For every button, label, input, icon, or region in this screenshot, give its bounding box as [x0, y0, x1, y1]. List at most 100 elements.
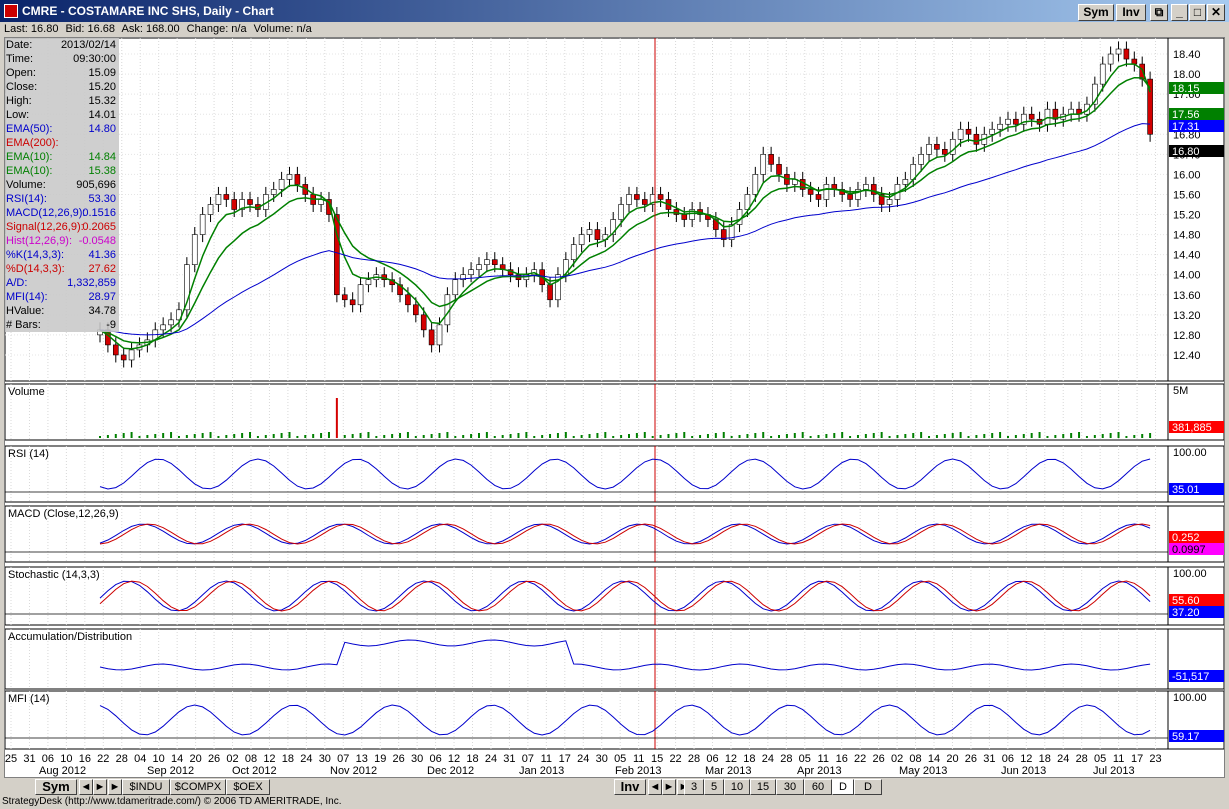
interval-tab-daily[interactable]: D — [832, 779, 854, 795]
x-month-label: Aug 2012 — [39, 765, 86, 777]
price-tag: 17.56 — [1172, 109, 1200, 121]
candle-body — [1044, 108, 1051, 125]
scroll-left-icon[interactable]: ◄ — [79, 779, 93, 795]
candle-body — [357, 284, 364, 306]
info-row: RSI(14): 53.30 — [5, 192, 119, 206]
y-tick-label: 18.40 — [1173, 49, 1201, 61]
candle-body — [807, 189, 814, 195]
x-tick-label: 24 — [762, 753, 774, 765]
scroll-right-icon[interactable]: ► — [93, 779, 107, 795]
info-value: 53.30 — [88, 193, 116, 205]
symbol-tab-indu[interactable]: $INDU — [122, 779, 170, 795]
candle-body — [278, 179, 285, 190]
candle-body — [160, 324, 166, 331]
inv-button[interactable]: Inv — [1116, 4, 1146, 21]
interval-tab-daily-2[interactable]: D — [854, 779, 882, 795]
x-month-label: Feb 2013 — [615, 765, 661, 777]
y-tick-label: 14.00 — [1173, 270, 1201, 282]
info-value: 0.1516 — [82, 207, 116, 219]
info-row: Date: 2013/02/14 — [5, 38, 119, 52]
x-tick-label: 20 — [189, 753, 201, 765]
info-row: EMA(200): — [5, 136, 119, 150]
status-text: StrategyDesk (http://www.tdameritrade.co… — [2, 796, 342, 807]
candle-body — [942, 149, 948, 155]
info-label: EMA(200): — [6, 137, 59, 149]
interval-tab-30[interactable]: 30 — [776, 779, 804, 795]
info-row: Open: 15.09 — [5, 66, 119, 80]
close-icon[interactable]: ✕ — [1207, 4, 1225, 21]
maximize-icon[interactable]: □ — [1189, 4, 1206, 21]
sym-tab[interactable]: Sym — [35, 779, 77, 795]
interval-tab-5[interactable]: 5 — [704, 779, 724, 795]
x-tick-label: 08 — [909, 753, 921, 765]
x-tick-label: 12 — [448, 753, 460, 765]
x-tick-label: 06 — [42, 753, 54, 765]
interval-tab-15[interactable]: 15 — [750, 779, 776, 795]
candle-body — [468, 269, 474, 275]
x-tick-label: 31 — [503, 753, 515, 765]
x-tick-label: 24 — [577, 753, 589, 765]
x-month-label: Jun 2013 — [1001, 765, 1046, 777]
info-label: Close: — [6, 81, 38, 93]
x-tick-label: 30 — [596, 753, 608, 765]
minimize-icon[interactable]: _ — [1171, 4, 1188, 21]
interval-tab-3[interactable]: 3 — [684, 779, 704, 795]
interval-tab-10[interactable]: 10 — [724, 779, 750, 795]
candle-body — [1013, 118, 1019, 125]
info-row: Close: 15.20 — [5, 80, 119, 94]
info-value: 14.01 — [88, 109, 116, 121]
bottom-toolbar: Sym ◄ ► ► $INDU $COMPX $OEX Inv ◄ ► ► 3 … — [0, 778, 1229, 795]
x-month-label: Jan 2013 — [519, 765, 564, 777]
chart-area[interactable]: 25 31 06 10 16 22 28 04 10 14 20 26 02 08 12 18 24 30 07 13… — [4, 37, 1225, 778]
chart-canvas[interactable]: 25 31 06 10 16 22 28 04 10 14 20 26 02 08 12 18 24 30 07 13… — [4, 37, 1225, 777]
x-tick-label: 31 — [23, 753, 35, 765]
x-tick-label: 06 — [706, 753, 718, 765]
info-label: MACD(12,26,9): — [6, 207, 86, 219]
candle-body — [926, 144, 932, 155]
volume-value: Volume: n/a — [253, 23, 312, 35]
y-tick-label: 12.80 — [1173, 330, 1201, 342]
info-row: EMA(10): 15.38 — [5, 164, 119, 178]
candle-body — [341, 294, 348, 301]
info-label: Time: — [6, 53, 34, 65]
stochastic-tag: 37.20 — [1172, 607, 1200, 619]
interval-right-icon[interactable]: ► — [662, 779, 676, 795]
info-row: Time: 09:30:00 — [5, 52, 119, 66]
candle-body — [215, 194, 222, 205]
candle-body — [586, 229, 593, 235]
x-tick-label: 02 — [891, 753, 903, 765]
symbol-tab-compx[interactable]: $COMPX — [170, 779, 226, 795]
candle-body — [1115, 48, 1122, 55]
macd-tag: 0.252 — [1172, 532, 1200, 544]
info-row: Low: 14.01 — [5, 108, 119, 122]
restore-icon[interactable]: ⧉ — [1150, 4, 1168, 21]
x-tick-label: 25 — [5, 753, 17, 765]
info-row: # Bars: -9 — [5, 318, 119, 332]
info-label: Open: — [6, 67, 36, 79]
add-icon[interactable]: ► — [108, 779, 122, 795]
candle-body — [1107, 53, 1114, 65]
info-label: EMA(50): — [6, 123, 53, 135]
price-tag: 18.15 — [1172, 83, 1200, 95]
interval-left-icon[interactable]: ◄ — [648, 779, 662, 795]
info-value: -0.0548 — [78, 235, 116, 247]
x-tick-label: 10 — [153, 753, 165, 765]
x-tick-label: 10 — [60, 753, 72, 765]
candle-body — [120, 354, 127, 361]
info-value: 0.2065 — [82, 221, 116, 233]
candle-body — [997, 123, 1003, 130]
candle-body — [128, 349, 135, 361]
inv-tab[interactable]: Inv — [614, 779, 646, 795]
last-price: Last: 16.80 — [4, 23, 59, 35]
x-month-label: Sep 2012 — [147, 765, 194, 777]
candle-body — [231, 199, 238, 210]
sym-button[interactable]: Sym — [1078, 4, 1114, 21]
symbol-tab-oex[interactable]: $OEX — [226, 779, 270, 795]
stochastic-axis-label: 100.00 — [1173, 568, 1207, 580]
volume-title: Volume — [8, 386, 45, 398]
interval-tab-60[interactable]: 60 — [804, 779, 832, 795]
info-value: 41.36 — [88, 249, 116, 261]
mfi-title: MFI (14) — [8, 693, 50, 705]
ad-tag: -51,517 — [1172, 671, 1209, 683]
info-value: 15.38 — [88, 165, 116, 177]
